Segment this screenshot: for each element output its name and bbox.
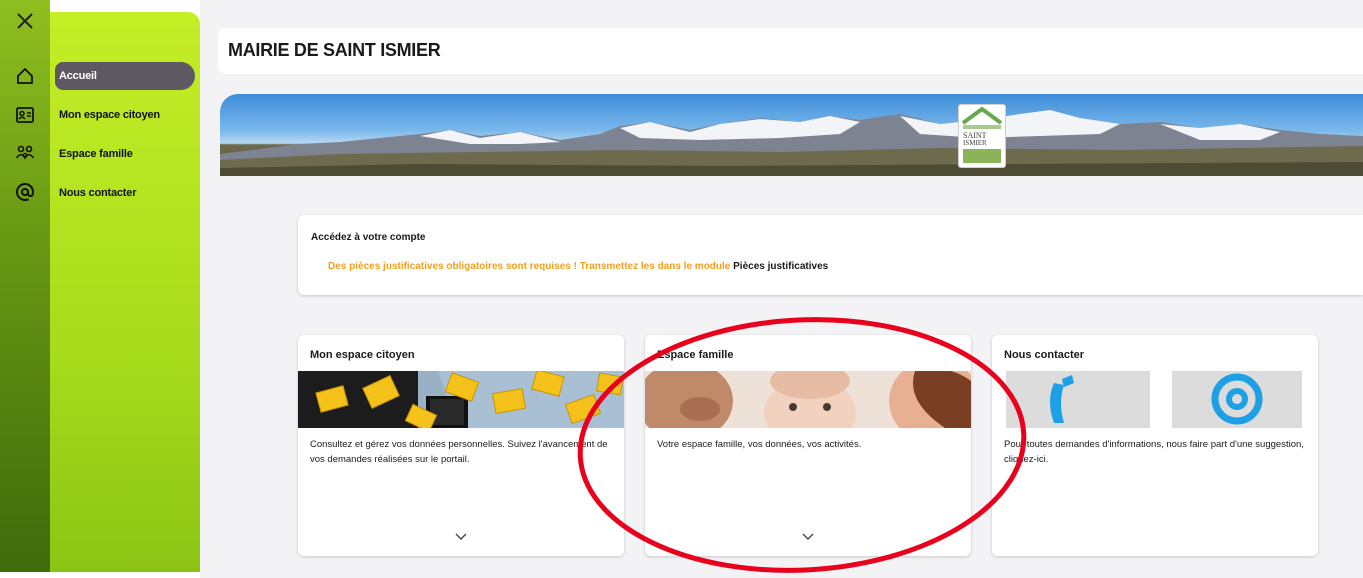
- card-espace-famille[interactable]: Espace famille Votre espace famille, vos…: [645, 335, 971, 556]
- family-icon[interactable]: [0, 136, 50, 170]
- card-description: Consultez et gérez vos données personnel…: [310, 439, 608, 465]
- card-title: Espace famille: [657, 349, 734, 361]
- sidebar-item-nous-contacter[interactable]: Nous contacter: [55, 179, 195, 207]
- main-content: MAIRIE DE SAINT ISMIER SAINT ISMIER Accé…: [200, 0, 1363, 578]
- chevron-down-icon[interactable]: [454, 531, 468, 541]
- chevron-down-icon[interactable]: [801, 531, 815, 541]
- icon-rail: [0, 0, 50, 572]
- saint-ismier-logo: SAINT ISMIER: [958, 104, 1006, 168]
- card-description: Votre espace famille, vos données, vos a…: [657, 439, 862, 450]
- sidebar-menu: Accueil Mon espace citoyen Espace famill…: [50, 12, 200, 572]
- account-title: Accédez à votre compte: [311, 232, 426, 243]
- sidebar-item-accueil[interactable]: Accueil: [55, 62, 195, 90]
- header-bar: MAIRIE DE SAINT ISMIER: [218, 28, 1363, 74]
- close-icon[interactable]: [0, 4, 50, 38]
- page-title: MAIRIE DE SAINT ISMIER: [228, 40, 441, 60]
- card-mon-espace-citoyen[interactable]: Mon espace citoyen Consultez et gérez vo…: [298, 335, 624, 556]
- envelopes-image: [298, 371, 624, 428]
- card-nous-contacter[interactable]: Nous contacter Pour toutes demandes d'in…: [992, 335, 1318, 556]
- id-card-icon[interactable]: [0, 98, 50, 132]
- at-sign-icon[interactable]: [0, 175, 50, 209]
- card-title: Nous contacter: [1004, 349, 1085, 361]
- sidebar-item-mon-espace-citoyen[interactable]: Mon espace citoyen: [55, 101, 195, 129]
- mountain-banner: [220, 94, 1363, 176]
- card-title: Mon espace citoyen: [310, 349, 415, 361]
- card-description: Pour toutes demandes d'informations, nou…: [1004, 439, 1304, 465]
- warning-text: Des pièces justificatives obligatoires s…: [328, 261, 734, 272]
- sidebar-item-espace-famille[interactable]: Espace famille: [55, 140, 195, 168]
- pieces-justificatives-link[interactable]: Pièces justificatives: [733, 261, 828, 272]
- logo-text-line2: ISMIER: [963, 139, 987, 147]
- home-icon[interactable]: [0, 59, 50, 93]
- family-image: [645, 371, 971, 428]
- account-warning: Des pièces justificatives obligatoires s…: [328, 261, 828, 272]
- contact-image: [992, 371, 1318, 428]
- account-card: Accédez à votre compte Des pièces justif…: [298, 215, 1363, 295]
